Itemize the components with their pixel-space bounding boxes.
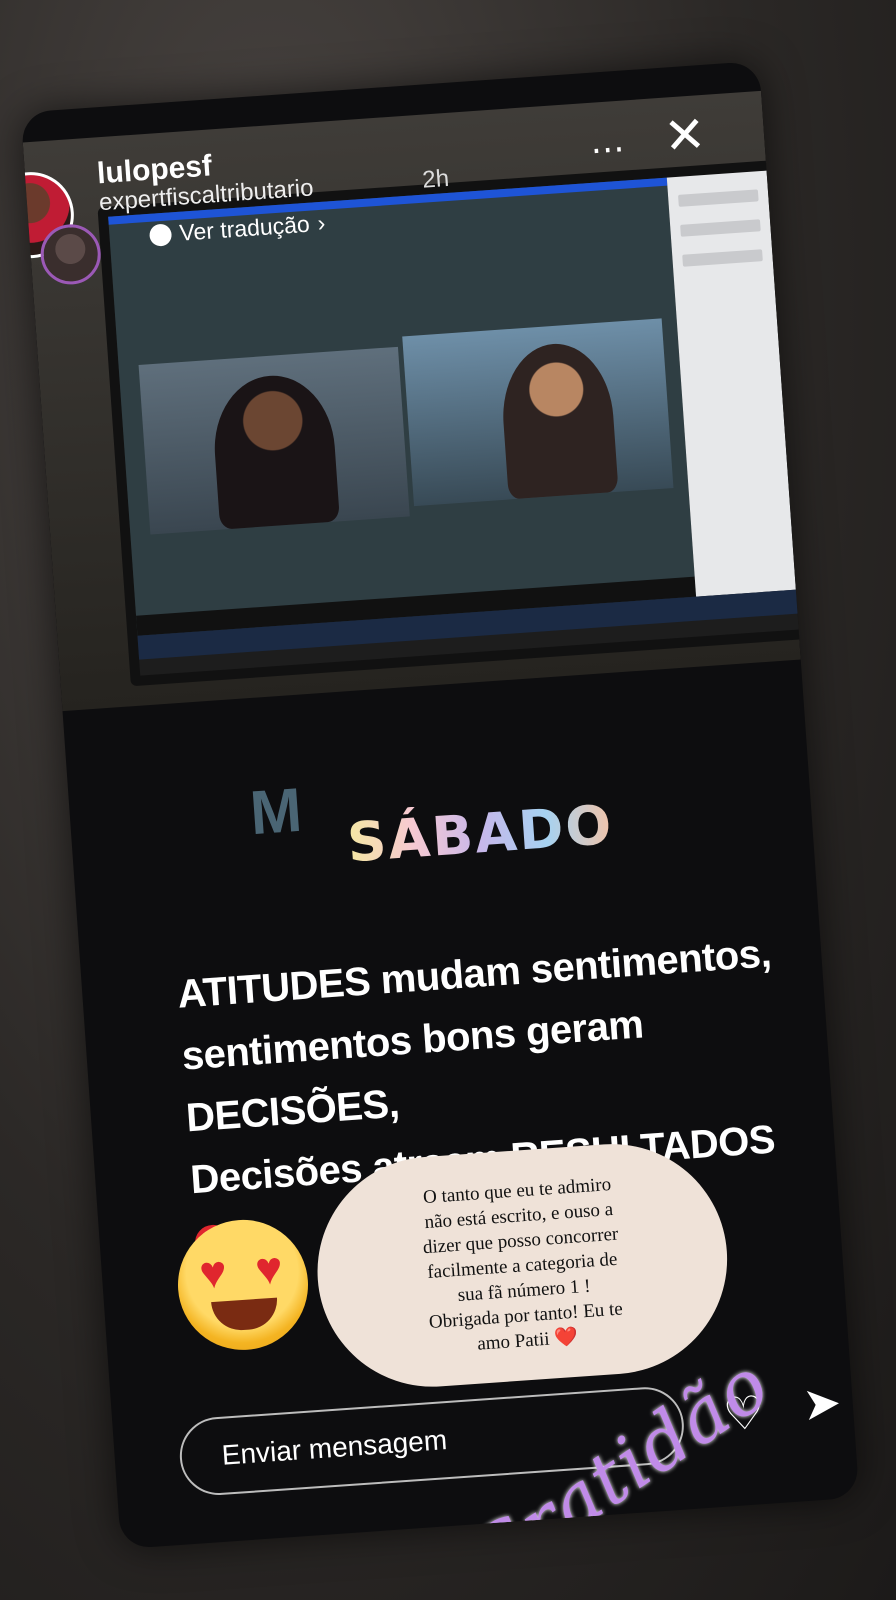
translate-icon — [148, 222, 173, 247]
video-tile-left — [138, 346, 410, 535]
participant-right — [498, 340, 619, 500]
more-icon[interactable]: ⋯ — [589, 128, 628, 170]
video-tile-right — [402, 318, 674, 507]
text-bubble: O tanto que eu te admiro não está escrit… — [309, 1136, 735, 1395]
video-call-window — [108, 177, 697, 636]
post-time: 2h — [421, 164, 450, 194]
chevron-right-icon: › — [316, 209, 327, 237]
day-label: SÁBADO — [345, 793, 616, 875]
bubble-text: O tanto que eu te admiro não está escrit… — [422, 1173, 624, 1355]
story-screen: lulopesf expertfiscaltributario 2h Ver t… — [20, 60, 860, 1550]
logo: M — [247, 775, 305, 849]
send-icon[interactable]: ➤ — [801, 1376, 843, 1431]
participant-left — [209, 371, 340, 530]
close-icon[interactable]: ✕ — [662, 106, 708, 165]
